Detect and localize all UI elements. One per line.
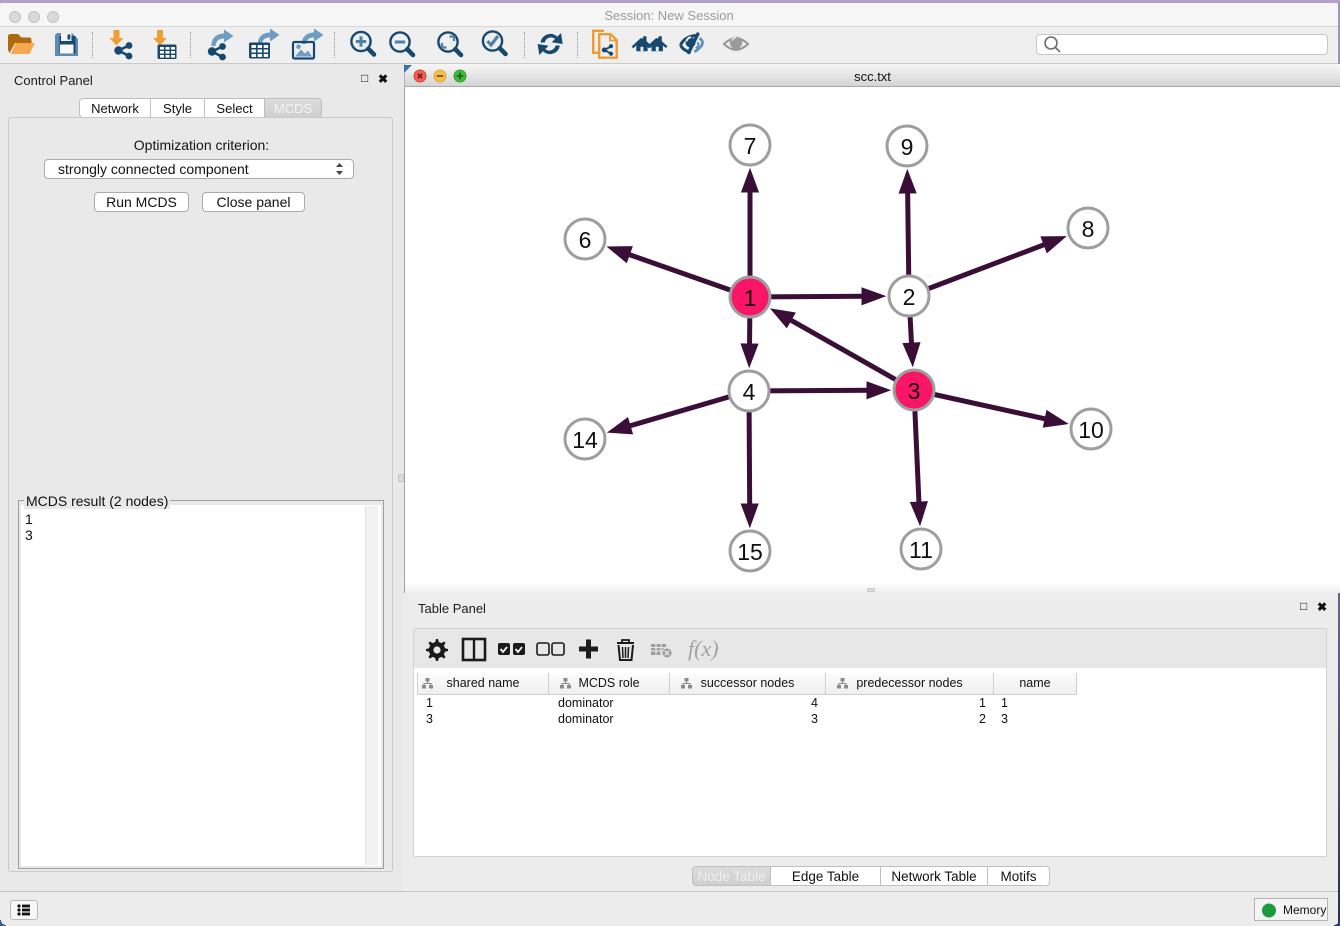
svg-text:8: 8	[1082, 216, 1095, 242]
svg-text:f(x): f(x)	[688, 636, 719, 661]
svg-text:7: 7	[744, 133, 757, 159]
svg-text:9: 9	[901, 134, 914, 160]
svg-text:15: 15	[737, 539, 763, 565]
svg-text:11: 11	[909, 537, 933, 563]
svg-text:6: 6	[579, 227, 592, 253]
svg-text:10: 10	[1078, 417, 1104, 443]
svg-text:3: 3	[908, 378, 921, 404]
svg-text:1: 1	[744, 285, 757, 311]
svg-text:2: 2	[903, 284, 916, 310]
svg-text:14: 14	[572, 427, 598, 453]
svg-text:4: 4	[743, 379, 756, 405]
